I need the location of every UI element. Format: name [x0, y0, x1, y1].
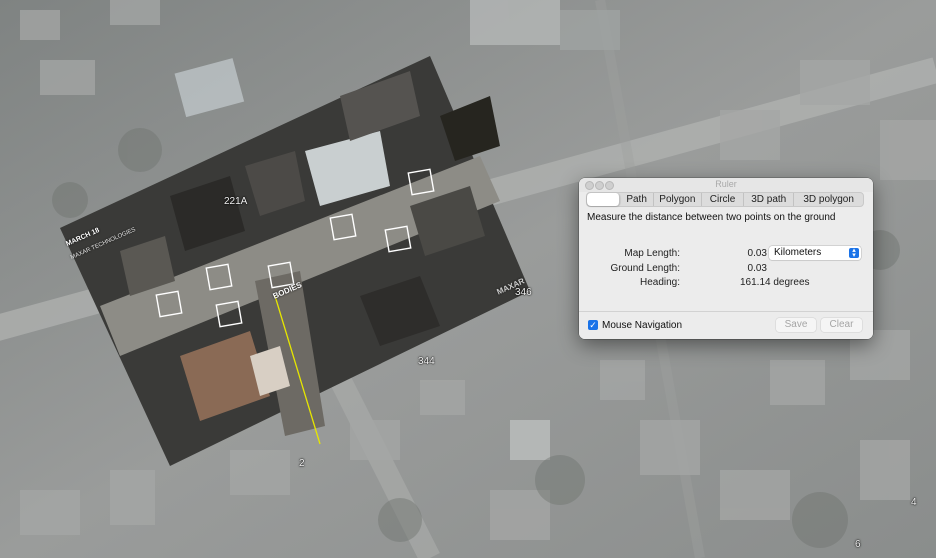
- ground-length-label: Ground Length:: [610, 263, 681, 274]
- save-button[interactable]: Save: [776, 318, 816, 332]
- title-bar[interactable]: Ruler: [579, 178, 873, 192]
- tab-3d-path[interactable]: 3D path: [744, 193, 795, 206]
- units-selected-value: Kilometers: [774, 247, 822, 258]
- window-title: Ruler: [715, 179, 737, 189]
- measure-mode-tabs: Path Polygon Circle 3D path 3D polygon: [586, 192, 864, 207]
- chevron-updown-icon: ▴ ▾: [849, 247, 859, 259]
- clear-button[interactable]: Clear: [821, 318, 862, 332]
- map-length-label: Map Length:: [624, 248, 680, 259]
- mouse-navigation-checkbox[interactable]: ✓: [588, 320, 598, 330]
- overlay-photo: [60, 56, 530, 466]
- ruler-footer: ✓ Mouse Navigation Save Clear: [579, 311, 873, 339]
- tab-polygon[interactable]: Polygon: [654, 193, 702, 206]
- units-select[interactable]: Kilometers ▴ ▾: [769, 246, 861, 260]
- heading-value: 161.14 degrees: [740, 277, 810, 288]
- image-overlay[interactable]: MARCH 18 MAXAR TECHNOLOGIES BODIES MAXAR…: [60, 56, 532, 466]
- tab-circle[interactable]: Circle: [702, 193, 745, 206]
- ruler-description: Measure the distance between two points …: [587, 212, 836, 223]
- map-label-4: 4: [911, 497, 917, 508]
- tab-3d-polygon[interactable]: 3D polygon: [794, 193, 863, 206]
- map-length-value: 0.03: [747, 248, 767, 259]
- ruler-window: Ruler Path Polygon Circle 3D path 3D pol…: [579, 178, 873, 339]
- tab-path[interactable]: Path: [620, 193, 654, 206]
- map-label-6: 6: [855, 539, 861, 550]
- mouse-navigation-label[interactable]: Mouse Navigation: [602, 320, 682, 331]
- map-label-221a: 221A: [224, 196, 248, 207]
- map-label-346: 346: [515, 287, 532, 298]
- tab-line[interactable]: [587, 193, 621, 206]
- heading-label: Heading:: [639, 277, 680, 288]
- ground-length-value: 0.03: [747, 263, 767, 274]
